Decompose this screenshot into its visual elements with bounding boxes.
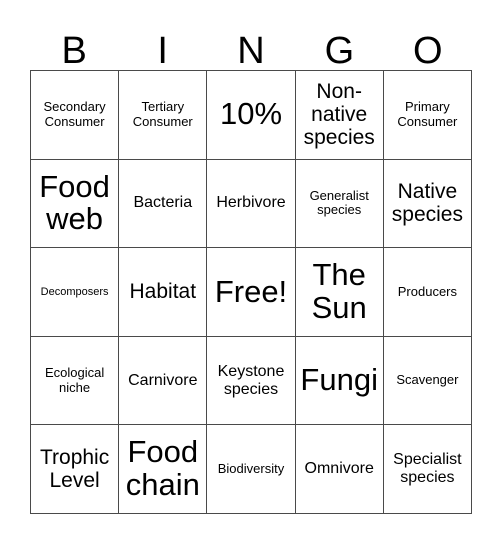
bingo-cell-r5c1[interactable]: Trophic Level [31, 425, 120, 514]
bingo-cell-label: Tertiary Consumer [132, 99, 193, 129]
bingo-cell-r3c1[interactable]: Decomposers [31, 248, 120, 337]
bingo-cell-label: Free! [214, 273, 288, 309]
bingo-cell-r1c5[interactable]: Primary Consumer [383, 71, 472, 160]
bingo-cell-r3c2[interactable]: Habitat [119, 248, 208, 337]
bingo-cell-label: Food chain [125, 434, 200, 503]
bingo-grid: Secondary Consumer Tertiary Consumer 10%… [30, 70, 472, 514]
bingo-cell-label: Primary Consumer [397, 99, 458, 129]
bingo-header-letter-n: N [237, 30, 265, 72]
bingo-cell-label: Generalist species [309, 187, 369, 218]
bingo-cell-r1c3[interactable]: 10% [207, 71, 296, 160]
bingo-cell-label: Decomposers [40, 285, 109, 298]
bingo-cell-label: Food web [39, 168, 110, 237]
bingo-cell-label: Fungi [300, 362, 378, 398]
bingo-cell-label: Herbivore [216, 194, 286, 212]
bingo-cell-r4c4[interactable]: Fungi [295, 336, 384, 426]
bingo-cell-r1c4[interactable]: Non-native species [295, 71, 384, 160]
bingo-header-letter-o: O [413, 30, 443, 72]
bingo-cell-label: Biodiversity [217, 460, 285, 476]
bingo-header-letter-i: I [157, 30, 168, 72]
bingo-cell-r3c4[interactable]: The Sun [295, 248, 384, 337]
bingo-cell-label: Scavenger [396, 372, 459, 388]
bingo-cell-free-space[interactable]: Free! [207, 248, 296, 337]
bingo-cell-label: Native species [391, 180, 463, 227]
bingo-cell-r4c5[interactable]: Scavenger [383, 336, 472, 426]
bingo-card: B I N G O Secondary Consumer Tertiary Co… [0, 0, 500, 544]
bingo-cell-label: Non-native species [303, 80, 375, 150]
bingo-cell-r5c4[interactable]: Omnivore [295, 425, 384, 514]
bingo-cell-label: Bacteria [133, 194, 193, 212]
bingo-cell-label: Secondary Consumer [43, 99, 106, 129]
bingo-cell-label: 10% [219, 96, 283, 132]
bingo-header: B I N G O [30, 16, 472, 70]
bingo-cell-label: Specialist species [393, 451, 462, 487]
bingo-cell-r3c5[interactable]: Producers [383, 248, 472, 337]
bingo-cell-label: Habitat [129, 280, 197, 304]
bingo-cell-label: Producers [397, 283, 458, 299]
bingo-cell-r2c3[interactable]: Herbivore [207, 159, 296, 249]
bingo-cell-label: Trophic Level [39, 446, 110, 493]
bingo-cell-label: Omnivore [304, 460, 374, 478]
bingo-cell-label: Keystone species [217, 362, 285, 398]
bingo-cell-r2c2[interactable]: Bacteria [119, 159, 208, 249]
bingo-cell-label: Carnivore [128, 371, 198, 389]
bingo-header-letter-b: B [61, 30, 87, 72]
bingo-cell-r5c5[interactable]: Specialist species [383, 425, 472, 514]
bingo-cell-r5c3[interactable]: Biodiversity [207, 425, 296, 514]
bingo-cell-r1c2[interactable]: Tertiary Consumer [119, 71, 208, 160]
bingo-cell-r2c1[interactable]: Food web [31, 159, 120, 249]
bingo-cell-r5c2[interactable]: Food chain [119, 425, 208, 514]
bingo-cell-label: The Sun [311, 257, 367, 325]
bingo-cell-r4c2[interactable]: Carnivore [119, 336, 208, 426]
bingo-cell-r4c1[interactable]: Ecological niche [31, 336, 120, 426]
bingo-cell-r2c5[interactable]: Native species [383, 159, 472, 249]
bingo-cell-r2c4[interactable]: Generalist species [295, 159, 384, 249]
bingo-cell-r1c1[interactable]: Secondary Consumer [31, 71, 120, 160]
bingo-cell-r4c3[interactable]: Keystone species [207, 336, 296, 426]
bingo-cell-label: Ecological niche [44, 365, 105, 395]
bingo-header-letter-g: G [324, 30, 355, 72]
